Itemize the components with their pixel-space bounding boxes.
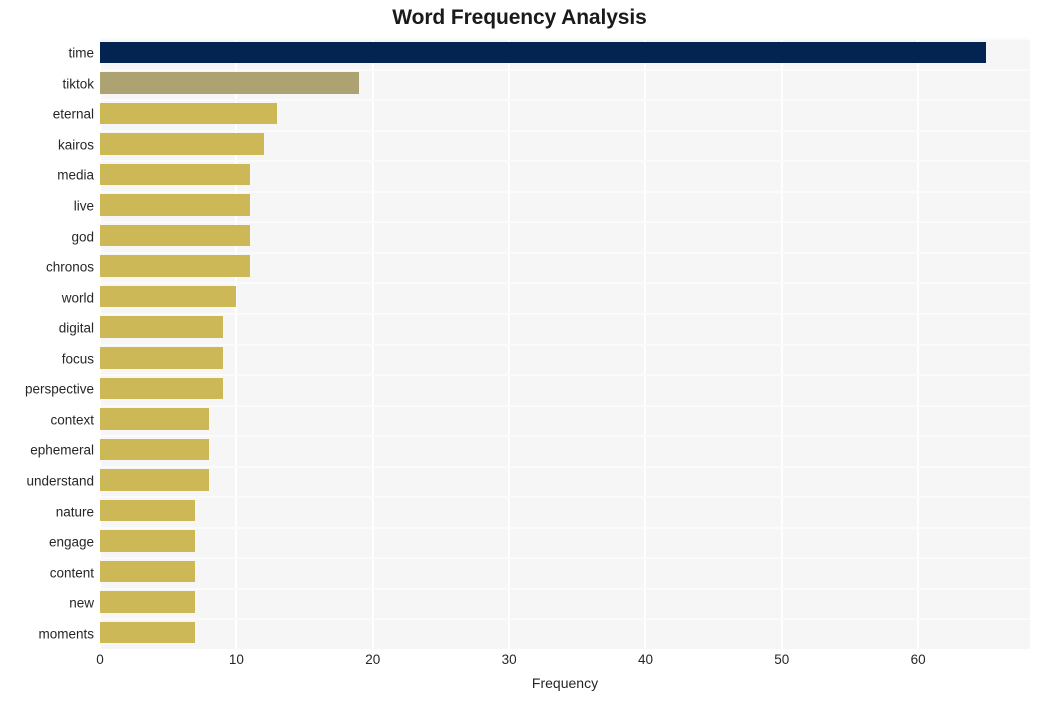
x-tick-label-30: 30 [501,652,517,667]
word-frequency-bar-chart: Word Frequency Analysis time tiktok eterna… [0,0,1039,701]
y-tick-label-focus: focus [61,351,94,367]
x-tick-label-20: 20 [365,652,381,667]
row-separator [100,99,1030,102]
bar-perspective[interactable] [100,377,223,400]
row-separator [100,160,1030,163]
y-tick-label-media: media [57,167,94,183]
bar-media[interactable] [100,163,250,186]
y-tick-label-time: time [68,45,94,61]
bar-live[interactable] [100,194,250,216]
plot-area [99,38,1030,649]
y-tick-label-perspective: perspective [24,381,94,397]
x-axis-title: Frequency [531,675,599,691]
y-tick-label-context: context [50,412,94,428]
row-separator [100,129,1030,132]
bar-moments[interactable] [100,621,196,644]
y-tick-label-moments: moments [38,626,94,642]
bar-new[interactable] [100,591,196,613]
chart-title: Word Frequency Analysis [392,6,647,29]
y-tick-label-god: god [71,229,94,245]
row-separator [100,190,1030,193]
row-separator [100,404,1030,407]
bars-layer [100,38,1030,649]
x-axis-tick-labels: 0 10 20 30 40 50 60 [96,652,1030,672]
bar-time[interactable] [100,41,987,63]
row-separator [100,312,1030,315]
y-tick-label-live: live [73,198,94,214]
x-tick-label-10: 10 [228,652,244,667]
bar-kairos[interactable] [100,133,264,155]
y-tick-label-new: new [69,595,94,611]
row-separator [100,557,1030,560]
row-separator [100,465,1030,468]
bar-digital[interactable] [100,316,223,338]
row-separator [100,251,1030,254]
y-axis-tick-labels: time tiktok eternal kairos media live god chron… [0,38,94,649]
row-separator [100,38,1030,40]
bar-ephemeral[interactable] [100,438,210,461]
row-separator [100,221,1030,224]
y-tick-label-engage: engage [48,534,94,550]
y-tick-label-eternal: eternal [52,106,94,122]
bar-nature[interactable] [100,499,196,522]
y-tick-label-ephemeral: ephemeral [30,442,94,458]
row-separator [100,374,1030,377]
y-tick-label-nature: nature [55,504,94,520]
row-separator [100,435,1030,438]
bar-focus[interactable] [100,347,223,369]
bar-engage[interactable] [100,530,196,552]
row-separator [100,618,1030,621]
row-separator [100,282,1030,285]
y-tick-label-chronos: chronos [45,259,94,275]
bar-chronos[interactable] [100,255,250,277]
y-tick-label-understand: understand [26,473,94,489]
bar-context[interactable] [100,408,210,430]
bar-eternal[interactable] [100,102,278,125]
row-separator [100,68,1030,71]
bar-tiktok[interactable] [100,72,360,94]
y-tick-label-kairos: kairos [57,137,94,153]
x-tick-label-0: 0 [96,652,104,667]
y-tick-label-content: content [49,565,94,581]
bar-content[interactable] [100,560,196,583]
x-tick-label-60: 60 [910,652,926,667]
bar-understand[interactable] [100,469,210,491]
row-separator [100,496,1030,499]
y-tick-label-tiktok: tiktok [62,76,94,92]
x-tick-label-40: 40 [637,652,653,667]
row-separator [100,526,1030,529]
y-tick-label-world: world [61,290,94,306]
row-separator [100,343,1030,346]
bar-god[interactable] [100,224,250,247]
bar-world[interactable] [100,285,237,308]
row-separator [100,587,1030,590]
x-tick-label-50: 50 [774,652,790,667]
y-tick-label-digital: digital [58,320,94,336]
